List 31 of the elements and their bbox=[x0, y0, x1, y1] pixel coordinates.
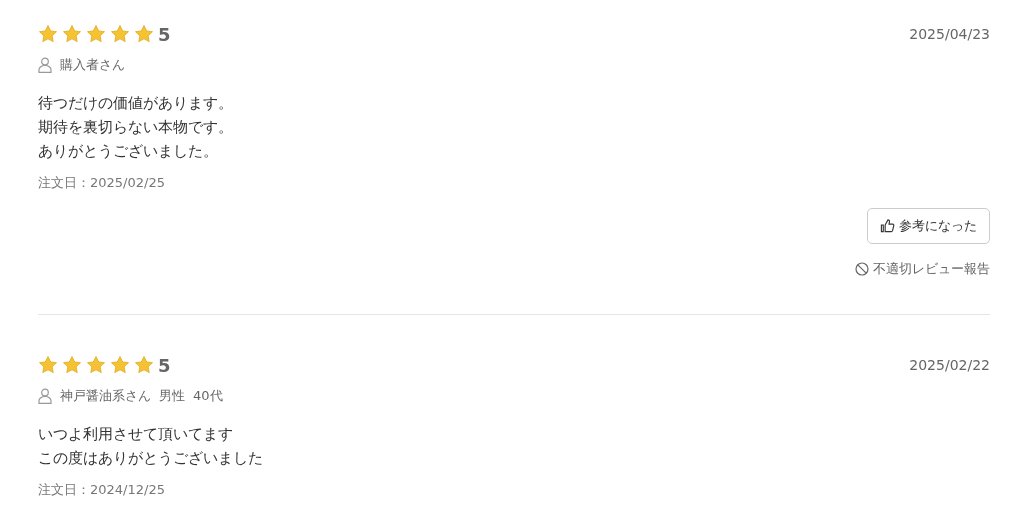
star-icon bbox=[110, 24, 130, 44]
rating-value: 5 bbox=[158, 26, 171, 44]
reviewer-age: 40代 bbox=[193, 387, 223, 406]
star-icon bbox=[86, 355, 106, 376]
review-text: この度はありがとうございました bbox=[38, 447, 264, 469]
star-icon bbox=[62, 355, 82, 376]
review-date: 2025/04/23 bbox=[909, 25, 990, 44]
review-text: 期待を裏切らない本物です。 bbox=[38, 116, 234, 138]
order-date: 注文日：2025/02/25 bbox=[38, 173, 166, 192]
reviewer-name: 神戸醤油系さん bbox=[60, 387, 151, 406]
review-text: 待つだけの価値があります。 bbox=[38, 92, 234, 114]
star-icon bbox=[38, 24, 58, 44]
person-icon bbox=[38, 388, 52, 404]
thumbs-up-icon bbox=[880, 218, 895, 234]
star-icon bbox=[134, 355, 154, 376]
helpful-button[interactable]: 参考になった bbox=[867, 208, 990, 244]
star-icon bbox=[62, 24, 82, 44]
reviewer-name: 購入者さん bbox=[60, 56, 125, 74]
star-icon bbox=[110, 355, 130, 376]
star-icon bbox=[134, 24, 154, 44]
review-date: 2025/02/22 bbox=[909, 356, 990, 376]
person-icon bbox=[38, 56, 52, 73]
rating-value: 5 bbox=[158, 357, 171, 376]
star-icon bbox=[86, 24, 106, 44]
ban-icon bbox=[855, 261, 869, 276]
review-text: いつよ利用させて頂いてます bbox=[38, 423, 234, 445]
star-icon bbox=[38, 355, 58, 376]
reviewer-gender: 男性 bbox=[159, 387, 185, 406]
review-text: ありがとうございました。 bbox=[38, 140, 219, 162]
report-link[interactable]: 不適切レビュー報告 bbox=[855, 259, 990, 279]
order-date: 注文日：2024/12/25 bbox=[38, 480, 166, 499]
